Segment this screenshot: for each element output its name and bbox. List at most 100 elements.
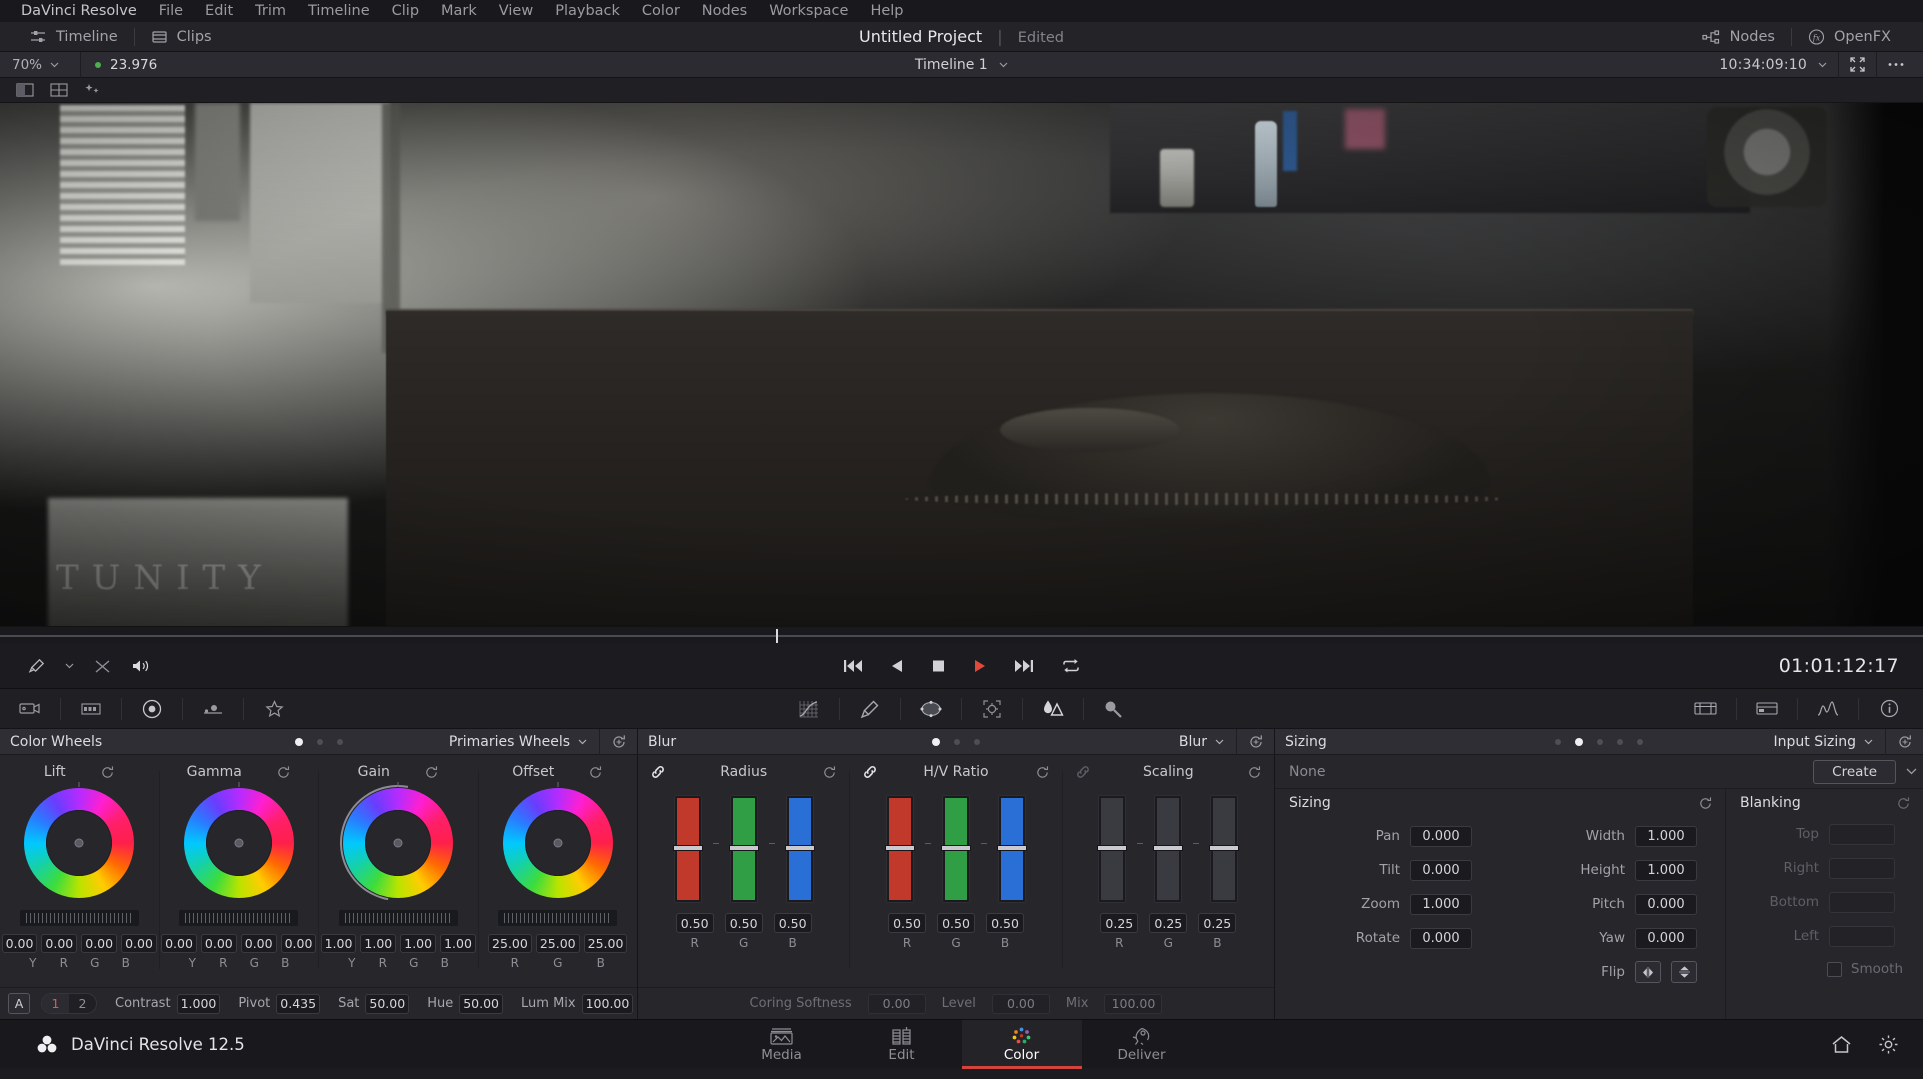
power-window-icon[interactable] xyxy=(901,689,961,729)
contrast-value[interactable]: 1.000 xyxy=(176,993,221,1014)
wheel-reset-lift[interactable] xyxy=(100,765,115,780)
page-dot-3[interactable] xyxy=(336,738,343,745)
blur-mode-selector[interactable]: Blur xyxy=(1179,734,1236,750)
mix-value[interactable]: 100.00 xyxy=(1104,993,1163,1014)
blur-reset-button[interactable] xyxy=(1236,728,1274,755)
master-slider-lift[interactable] xyxy=(19,910,139,926)
yaw-value[interactable]: 0.000 xyxy=(1635,927,1697,949)
blanking-bottom-value[interactable] xyxy=(1829,891,1895,913)
flip-vertical-button[interactable] xyxy=(1671,961,1697,983)
blanking-right-value[interactable] xyxy=(1829,857,1895,879)
gain-g-value[interactable]: 1.00 xyxy=(400,934,437,953)
menu-item-view[interactable]: View xyxy=(488,0,544,22)
menu-item-clip[interactable]: Clip xyxy=(381,0,430,22)
zoom-selector[interactable]: 70% xyxy=(0,57,80,73)
blur-page-dot-2[interactable] xyxy=(954,738,960,745)
scaling-b-value[interactable]: 0.25 xyxy=(1198,913,1237,933)
wheel-handle-offset[interactable] xyxy=(553,838,563,848)
gamma-g-value[interactable]: 0.00 xyxy=(240,934,277,953)
page-tab-deliver[interactable]: Deliver xyxy=(1082,1020,1202,1069)
hue-value[interactable]: 50.00 xyxy=(459,993,504,1014)
hv-b-value[interactable]: 0.50 xyxy=(985,913,1024,933)
gamma-r-value[interactable]: 0.00 xyxy=(200,934,237,953)
sizing-section-reset[interactable] xyxy=(1698,796,1713,811)
lift-g-value[interactable]: 0.00 xyxy=(81,934,118,953)
timeline-selector[interactable]: Timeline 1 xyxy=(0,57,1923,73)
menu-item-workspace[interactable]: Workspace xyxy=(758,0,859,22)
more-options-icon[interactable] xyxy=(1877,62,1915,67)
pan-value[interactable]: 0.000 xyxy=(1410,825,1472,847)
blur-slider-scaling-b[interactable] xyxy=(1210,795,1239,903)
page-tab-color[interactable]: Color xyxy=(961,1019,1082,1069)
menu-item-nodes[interactable]: Nodes xyxy=(691,0,758,22)
gain-y-value[interactable]: 1.00 xyxy=(320,934,357,953)
key-icon[interactable] xyxy=(1084,689,1144,729)
sat-value[interactable]: 50.00 xyxy=(365,993,410,1014)
scaling-g-value[interactable]: 0.25 xyxy=(1149,913,1188,933)
flip-horizontal-button[interactable] xyxy=(1635,961,1661,983)
coring-softness-value[interactable]: 0.00 xyxy=(867,993,926,1014)
hv-g-value[interactable]: 0.50 xyxy=(936,913,975,933)
jump-to-end-button[interactable] xyxy=(1013,658,1035,674)
sizing-reset-button[interactable] xyxy=(1885,728,1923,755)
nodes-toggle-button[interactable]: Nodes xyxy=(1686,22,1791,52)
wheel-page-2[interactable]: 2 xyxy=(69,994,96,1013)
radius-g-value[interactable]: 0.50 xyxy=(724,913,763,933)
gamma-b-value[interactable]: 0.00 xyxy=(280,934,317,953)
master-slider-gain[interactable] xyxy=(338,910,458,926)
blanking-left-value[interactable] xyxy=(1829,925,1895,947)
wheel-reset-offset[interactable] xyxy=(588,765,603,780)
wheel-reset-gamma[interactable] xyxy=(276,765,291,780)
menu-item-playback[interactable]: Playback xyxy=(544,0,631,22)
blur-icon[interactable] xyxy=(1023,689,1083,729)
enhance-icon[interactable] xyxy=(76,78,110,103)
lift-y-value[interactable]: 0.00 xyxy=(1,934,38,953)
viewer-scrubber[interactable] xyxy=(0,626,1923,644)
wheel-page-1[interactable]: 1 xyxy=(42,994,69,1013)
blur-slider-scaling-g[interactable] xyxy=(1154,795,1183,903)
blur-reset-hv-ratio[interactable] xyxy=(1035,765,1050,780)
master-slider-offset[interactable] xyxy=(498,910,618,926)
blur-slider-radius-b[interactable] xyxy=(785,795,814,903)
offset-g-value[interactable]: 25.00 xyxy=(535,934,580,953)
color-wheel-gamma[interactable] xyxy=(183,782,294,898)
sizing-page-dot-4[interactable] xyxy=(1617,738,1623,745)
menu-item-help[interactable]: Help xyxy=(859,0,914,22)
play-button[interactable] xyxy=(972,658,987,674)
split-screen-icon[interactable] xyxy=(42,78,76,103)
page-dot-1[interactable] xyxy=(294,737,303,746)
page-dot-2[interactable] xyxy=(316,738,323,745)
blur-reset-scaling[interactable] xyxy=(1247,765,1262,780)
reverse-play-button[interactable] xyxy=(890,658,905,674)
timeline-toggle-button[interactable]: Timeline xyxy=(14,22,134,52)
blur-slider-hv-g[interactable] xyxy=(941,795,970,903)
sizing-page-dot-2[interactable] xyxy=(1575,737,1583,746)
chevron-down-icon-timecode[interactable] xyxy=(1807,62,1838,68)
radius-b-value[interactable]: 0.50 xyxy=(773,913,812,933)
clips-toggle-button[interactable]: Clips xyxy=(135,22,228,52)
scrubber-playhead[interactable] xyxy=(776,629,778,643)
width-value[interactable]: 1.000 xyxy=(1635,825,1697,847)
blur-reset-radius[interactable] xyxy=(822,765,837,780)
menu-item-trim[interactable]: Trim xyxy=(244,0,297,22)
color-wheel-gain[interactable] xyxy=(317,762,480,924)
blur-page-dot-3[interactable] xyxy=(974,738,980,745)
fullscreen-icon[interactable] xyxy=(1839,57,1876,72)
wheel-handle-gamma[interactable] xyxy=(234,838,244,848)
blur-page-dot-1[interactable] xyxy=(932,737,940,746)
sizing-mode-selector[interactable]: Input Sizing xyxy=(1774,734,1885,750)
radius-r-value[interactable]: 0.50 xyxy=(675,913,714,933)
menu-item-file[interactable]: File xyxy=(148,0,194,22)
blur-slider-radius-g[interactable] xyxy=(729,795,758,903)
color-wheel-lift[interactable] xyxy=(24,782,135,898)
color-wheels-reset-button[interactable] xyxy=(599,728,637,755)
color-wheel-offset[interactable] xyxy=(502,782,613,898)
menu-item-mark[interactable]: Mark xyxy=(430,0,488,22)
page-tab-media[interactable]: Media xyxy=(722,1020,842,1069)
wheel-reset-gain[interactable] xyxy=(424,765,439,780)
scope-a-button[interactable]: A xyxy=(8,993,30,1014)
lum-mix-value[interactable]: 100.00 xyxy=(581,993,634,1014)
tilt-value[interactable]: 0.000 xyxy=(1410,859,1472,881)
sizing-page-dot-3[interactable] xyxy=(1597,738,1603,745)
menu-item-timeline[interactable]: Timeline xyxy=(297,0,381,22)
